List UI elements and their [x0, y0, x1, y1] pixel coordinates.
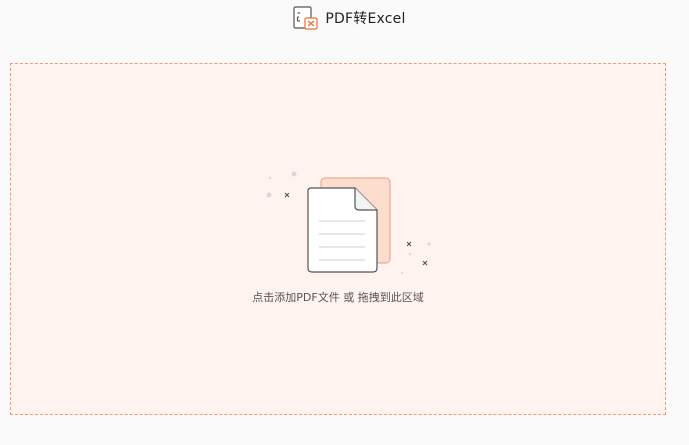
file-drop-zone[interactable]: 点击添加PDF文件 或 拖拽到此区域	[10, 63, 666, 415]
title-bar: PDF转Excel	[0, 0, 689, 36]
title-group: PDF转Excel	[291, 4, 405, 32]
drop-zone-hint: 点击添加PDF文件 或 拖拽到此区域	[252, 291, 424, 304]
document-upload-icon	[251, 164, 441, 284]
window-title: PDF转Excel	[325, 11, 406, 27]
pdf-to-excel-icon	[291, 4, 319, 32]
app-window: PDF转Excel 点击添加PDF文件 或 拖拽到此区域	[0, 0, 689, 445]
